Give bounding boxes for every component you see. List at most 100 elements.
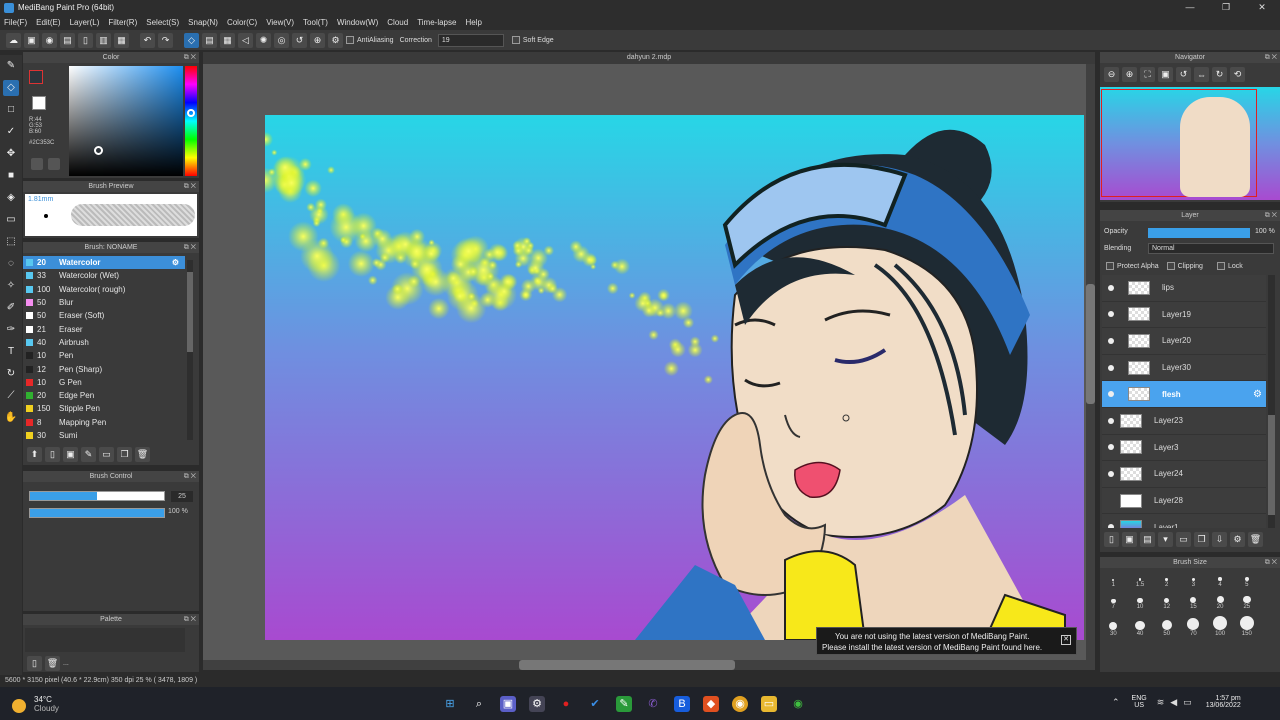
document-tab[interactable]: dahyun 2.mdp (627, 54, 671, 61)
layer-visibility-icon[interactable] (1108, 284, 1114, 291)
new-palette-icon[interactable]: ▯ (27, 656, 42, 671)
save-icon[interactable]: ▣ (24, 32, 39, 48)
layer-row[interactable]: flesh ⚙ (1102, 381, 1266, 408)
layer-visibility-icon[interactable] (1108, 524, 1114, 528)
eraser-tool-icon[interactable]: ◇ (3, 80, 19, 96)
magic-wand-tool-icon[interactable]: ✧ (3, 278, 19, 294)
delete-palette-icon[interactable]: 🗑 (45, 656, 60, 671)
bucket-tool-icon[interactable]: ◈ (3, 190, 19, 206)
brush-size-slider[interactable] (29, 491, 165, 501)
layer-visibility-icon[interactable] (1108, 391, 1114, 398)
protect-alpha-checkbox[interactable] (1106, 262, 1114, 270)
menu-window[interactable]: Window(W) (337, 18, 378, 27)
start-icon[interactable]: ⊞ (442, 696, 458, 712)
notification-close-icon[interactable]: ✕ (1061, 635, 1071, 645)
circle-snap-icon[interactable]: ◎ (274, 32, 289, 48)
brush-size-option[interactable]: 3 (1180, 571, 1207, 588)
material-icon[interactable]: ▤ (60, 32, 75, 48)
brush-size-option[interactable]: 5 (1233, 571, 1260, 588)
layer-visibility-icon[interactable] (1108, 311, 1114, 318)
hand-tool-icon[interactable]: ✋ (3, 410, 19, 426)
brush-size-option[interactable]: 7 (1100, 588, 1127, 610)
gradient-tool-icon[interactable]: ▭ (3, 212, 19, 228)
brush-folder-icon[interactable]: ▭ (99, 447, 114, 462)
wifi-icon[interactable]: ≋ (1157, 697, 1165, 708)
soft-edge-checkbox[interactable] (511, 36, 520, 44)
layer-row[interactable]: Layer24 (1102, 461, 1266, 488)
new-halftone-layer-icon[interactable]: ▤ (1140, 532, 1155, 547)
concentric-snap-icon[interactable]: ⊕ (310, 32, 325, 48)
eyedropper-color-icon[interactable] (31, 158, 43, 170)
layer-opacity-slider[interactable] (1148, 228, 1250, 238)
page-icon[interactable]: ▯ (78, 32, 93, 48)
brush-tool-icon[interactable]: ✎ (3, 58, 19, 74)
brush-list-item[interactable]: 50 Eraser (Soft) (23, 309, 185, 322)
color-swap-icon[interactable] (48, 158, 60, 170)
navigator-thumbnail[interactable] (1100, 87, 1280, 200)
brush-size-option[interactable]: 1 (1100, 571, 1127, 588)
hue-slider-handle[interactable] (187, 109, 195, 117)
clipping-checkbox[interactable] (1166, 262, 1175, 270)
record-icon[interactable]: ● (558, 696, 574, 712)
curve-snap-icon[interactable]: ↺ (292, 32, 307, 48)
antialias-checkbox[interactable] (346, 36, 354, 44)
menu-file[interactable]: File(F) (4, 18, 27, 27)
brush-list-item[interactable]: 30 Sumi (23, 429, 185, 442)
select-eraser-tool-icon[interactable]: ✑ (3, 322, 19, 338)
brush-size-option[interactable]: 4 (1207, 571, 1234, 588)
brush-list-item[interactable]: 10 G Pen (23, 376, 185, 389)
close-button[interactable]: ✕ (1244, 0, 1280, 15)
layer-visibility-icon[interactable] (1108, 337, 1114, 344)
layer-row[interactable]: Layer23 (1102, 407, 1266, 435)
layer-row[interactable]: lips (1102, 275, 1266, 302)
merge-layer-icon[interactable]: ⇩ (1212, 532, 1227, 547)
text-tool-icon[interactable]: T (3, 344, 19, 360)
brush-upload-icon[interactable]: ⬆ (27, 447, 42, 462)
zoom-out-icon[interactable]: ⊖ (1104, 67, 1119, 82)
brush-size-option[interactable]: 15 (1180, 588, 1207, 610)
brush-settings-icon[interactable]: ⚙ (172, 258, 179, 267)
viber-icon[interactable]: ✆ (645, 696, 661, 712)
edit-brush-icon[interactable]: ✎ (81, 447, 96, 462)
brush-list-item[interactable]: 50 Blur (23, 296, 185, 309)
select-tool-icon[interactable]: ⬚ (3, 234, 19, 250)
background-color-swatch[interactable] (32, 96, 46, 110)
snap-off-icon[interactable]: ◇ (184, 32, 199, 48)
brush-size-option[interactable]: 1.5 (1127, 571, 1154, 588)
brush-list-item[interactable]: 20 Watercolor ⚙ (23, 256, 185, 270)
saturation-value-picker[interactable] (69, 66, 183, 176)
add-layer-menu-icon[interactable]: ▾ (1158, 532, 1173, 547)
dot-tool-icon[interactable]: □ (3, 102, 19, 118)
redo-icon[interactable]: ↷ (158, 32, 173, 48)
settings-snap-icon[interactable]: ⚙ (328, 32, 343, 48)
todo-icon[interactable]: ✔ (587, 696, 603, 712)
volume-icon[interactable]: ◀ (1170, 697, 1177, 708)
cloud-icon[interactable]: ☁ (6, 32, 21, 48)
layer-settings-gear-icon[interactable]: ⚙ (1253, 389, 1262, 400)
battery-icon[interactable]: ▭ (1183, 697, 1192, 708)
menu-tool[interactable]: Tool(T) (303, 18, 328, 27)
duplicate-layer-icon[interactable]: ❐ (1194, 532, 1209, 547)
crisscross-snap-icon[interactable]: ▦ (220, 32, 235, 48)
delete-layer-icon[interactable]: 🗑 (1248, 532, 1263, 547)
parallel-snap-icon[interactable]: ▤ (202, 32, 217, 48)
minimize-button[interactable]: — (1172, 0, 1208, 15)
chat-icon[interactable]: ▣ (500, 695, 516, 712)
shape-tool-icon[interactable]: ■ (3, 168, 19, 184)
actual-size-icon[interactable]: ▣ (1158, 67, 1173, 82)
tray-chevron-icon[interactable]: ⌃ (1112, 697, 1120, 708)
layer-settings-icon[interactable]: ⚙ (1230, 532, 1245, 547)
brush-size-option[interactable]: 12 (1153, 588, 1180, 610)
add-brush-icon[interactable]: ▣ (63, 447, 78, 462)
eyedropper-tool-icon[interactable]: ⟋ (3, 388, 19, 404)
brush-size-option[interactable]: 70 (1180, 610, 1207, 637)
page-list-icon[interactable]: ▥ (96, 32, 111, 48)
new-layer-icon[interactable]: ▯ (1104, 532, 1119, 547)
layer-row[interactable]: Layer28 (1102, 487, 1266, 515)
gear-app-icon[interactable]: ⚙ (529, 695, 545, 712)
menu-snap[interactable]: Snap(N) (188, 18, 218, 27)
canvas-horizontal-scrollbar[interactable] (203, 660, 1086, 670)
palette-more[interactable]: ... (63, 660, 69, 667)
brush-list-item[interactable]: 10 Pen (23, 349, 185, 362)
move-tool-icon[interactable]: ✥ (3, 146, 19, 162)
